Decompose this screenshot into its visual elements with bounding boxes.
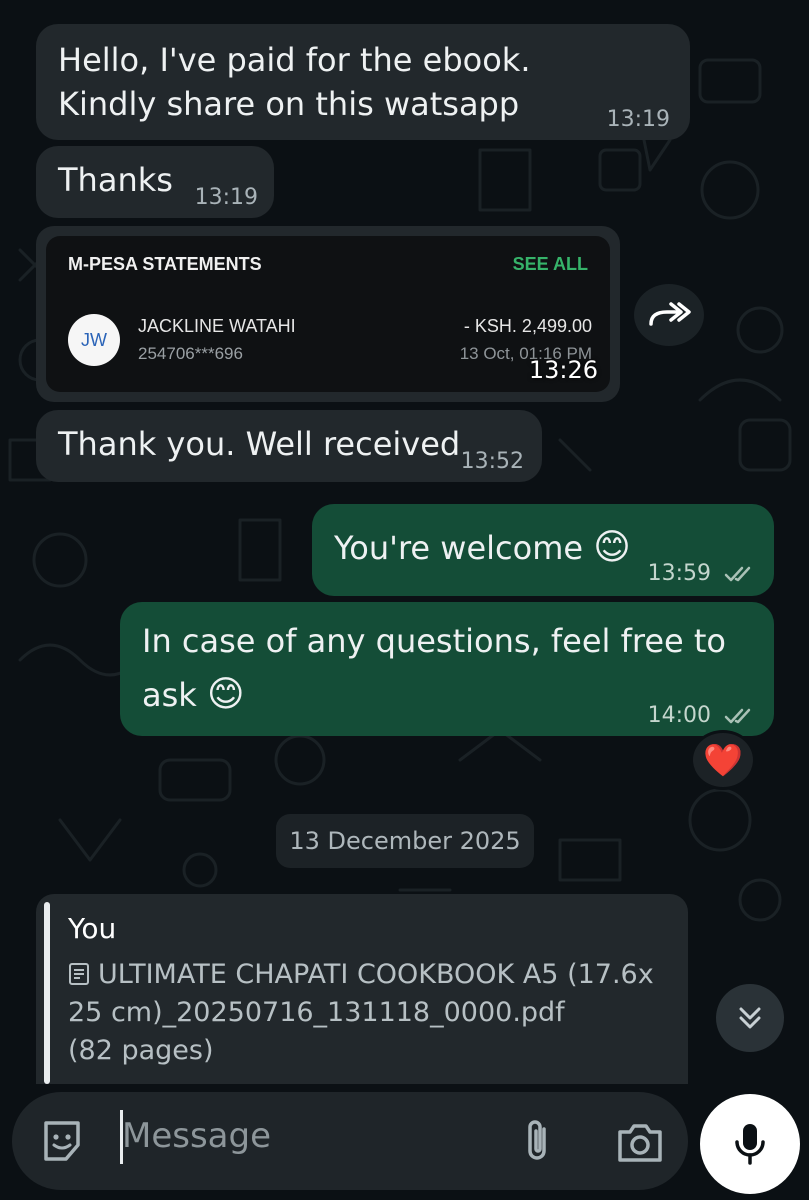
read-ticks-icon — [724, 566, 751, 582]
reply-preview[interactable]: You ULTIMATE CHAPATI COOKBOOK A5 (17.6x … — [36, 894, 688, 1084]
smile-emoji: 😊 — [593, 527, 631, 568]
receipt-title: M-PESA STATEMENTS — [68, 254, 262, 274]
message-time: 13:52 — [460, 449, 524, 474]
forward-button[interactable] — [634, 284, 704, 346]
mpesa-receipt-image[interactable]: M-PESA STATEMENTS SEE ALL JW JACKLINE WA… — [46, 236, 610, 392]
message-text: In case of any questions, feel free to a… — [142, 614, 732, 722]
outgoing-message[interactable]: In case of any questions, feel free to a… — [120, 602, 774, 736]
message-composer[interactable]: Message — [12, 1092, 688, 1190]
message-input[interactable]: Message — [122, 1116, 271, 1156]
reply-file-name: ULTIMATE CHAPATI COOKBOOK A5 (17.6x 25 c… — [68, 959, 654, 1028]
receipt-see-all: SEE ALL — [512, 254, 588, 274]
read-ticks-icon — [724, 708, 751, 724]
incoming-message[interactable]: Thank you. Well received 13:52 — [36, 410, 542, 482]
mic-icon — [735, 1124, 765, 1165]
message-text-content: You're welcome — [334, 529, 584, 567]
receipt-amount: - KSH. 2,499.00 — [463, 316, 592, 336]
message-time: 13:59 — [648, 561, 756, 586]
scroll-to-bottom-button[interactable] — [716, 984, 784, 1052]
receipt-avatar: JW — [68, 314, 120, 366]
smile-emoji: 😊 — [206, 674, 245, 715]
attach-icon[interactable] — [520, 1117, 556, 1165]
sticker-icon[interactable] — [38, 1117, 86, 1165]
message-text: Thanks — [58, 161, 173, 199]
outgoing-message[interactable]: You're welcome 😊 13:59 — [312, 504, 774, 596]
forward-icon — [649, 302, 691, 326]
message-time: 13:19 — [606, 107, 670, 132]
incoming-message[interactable]: Hello, I've paid for the ebook. Kindly s… — [36, 24, 690, 140]
voice-record-button[interactable] — [700, 1094, 800, 1194]
reply-accent-bar — [44, 902, 50, 1084]
receipt-name: JACKLINE WATAHI — [138, 316, 296, 336]
reply-file-info: ULTIMATE CHAPATI COOKBOOK A5 (17.6x 25 c… — [68, 956, 668, 1070]
message-time: 13:19 — [194, 185, 258, 210]
message-text: Thank you. Well received — [58, 425, 461, 463]
reply-file-pages: (82 pages) — [68, 1035, 214, 1066]
message-time-value: 13:59 — [647, 561, 711, 586]
incoming-message[interactable]: Thanks 13:19 — [36, 146, 274, 218]
message-time-value: 14:00 — [647, 703, 711, 728]
message-time: 14:00 — [648, 703, 756, 728]
document-icon — [69, 963, 89, 985]
double-chevron-down-icon — [739, 1007, 761, 1029]
heart-emoji: ❤️ — [703, 741, 743, 779]
message-time: 13:26 — [528, 356, 598, 384]
message-text: You're welcome 😊 — [334, 526, 631, 570]
message-text: Hello, I've paid for the ebook. Kindly s… — [58, 41, 531, 123]
date-divider: 13 December 2025 — [276, 814, 534, 868]
camera-icon[interactable] — [616, 1122, 664, 1164]
heart-reaction[interactable]: ❤️ — [690, 730, 756, 790]
receipt-phone: 254706***696 — [138, 344, 243, 363]
reply-sender: You — [68, 912, 117, 945]
